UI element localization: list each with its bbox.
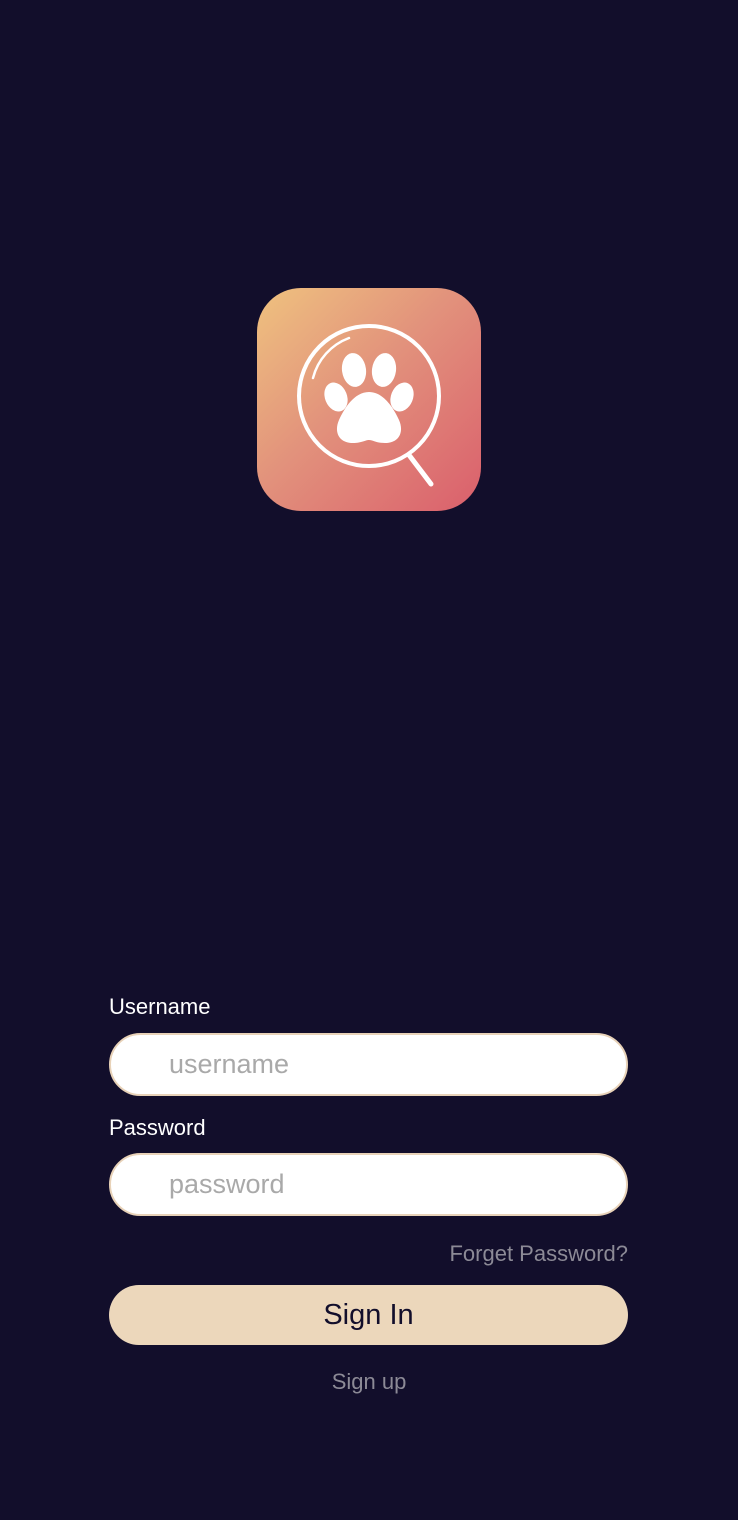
username-input[interactable] <box>109 1033 628 1096</box>
password-input[interactable] <box>109 1153 628 1216</box>
password-label: Password <box>109 1115 206 1140</box>
app-logo <box>257 288 481 511</box>
forgot-password-link[interactable]: Forget Password? <box>449 1241 628 1267</box>
sign-up-link[interactable]: Sign up <box>0 1369 738 1395</box>
paw-magnifier-icon <box>297 324 441 487</box>
username-label: Username <box>109 994 211 1019</box>
sign-in-button[interactable]: Sign In <box>109 1285 628 1345</box>
